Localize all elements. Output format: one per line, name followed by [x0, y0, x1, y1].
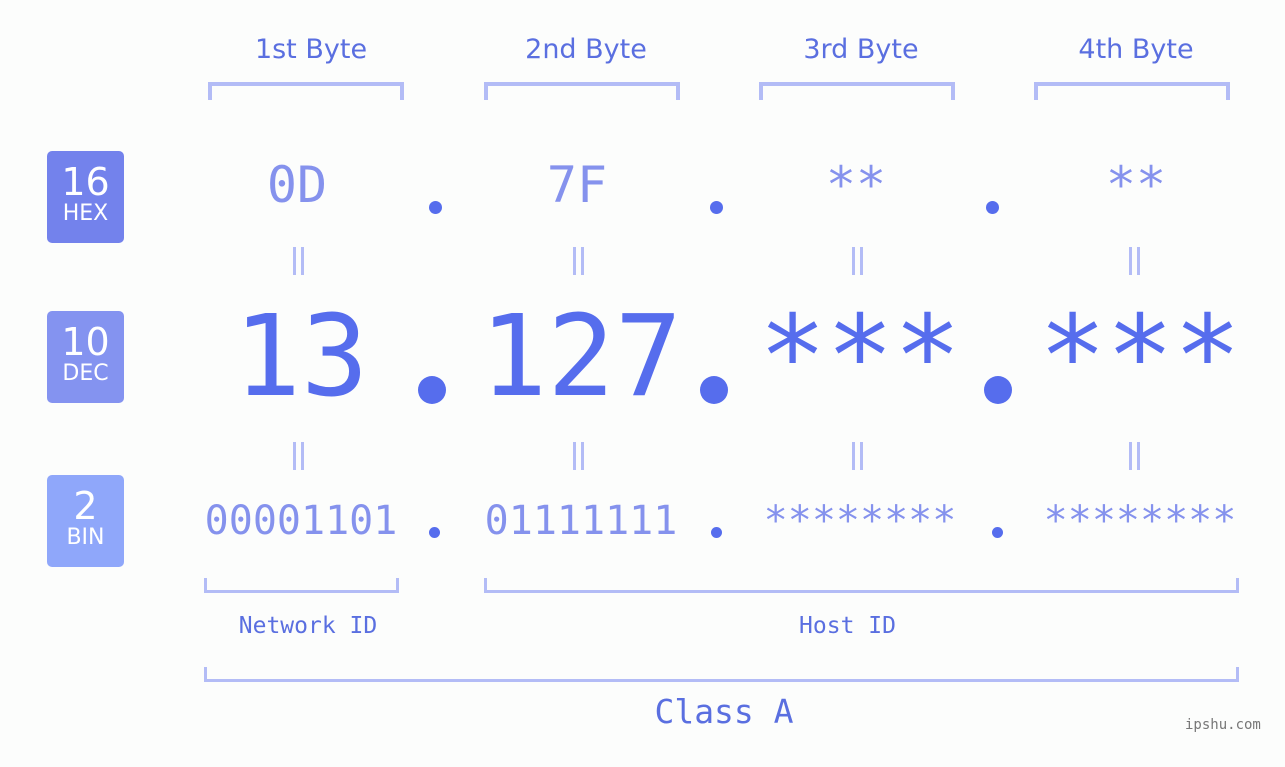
byte-header-2: 2nd Byte — [525, 34, 647, 65]
byte-bracket-2 — [484, 82, 680, 100]
hex-separator-dot — [710, 201, 723, 214]
hex-badge-label: HEX — [62, 201, 109, 226]
dec-byte-4: *** — [1038, 292, 1242, 422]
bin-separator-dot — [992, 527, 1003, 538]
equals-icon — [850, 442, 864, 470]
dec-separator-dot — [984, 376, 1012, 404]
bin-separator-dot — [429, 527, 440, 538]
byte-header-1: 1st Byte — [254, 34, 368, 65]
equals-icon — [291, 247, 305, 275]
dec-byte-1: 13 — [233, 292, 369, 422]
dec-badge: 10 DEC — [47, 311, 124, 403]
hex-separator-dot — [986, 201, 999, 214]
bin-byte-4: ******** — [1043, 498, 1237, 544]
hex-byte-3: ** — [825, 156, 887, 214]
host-id-bracket — [484, 578, 1239, 593]
hex-byte-1: 0D — [266, 156, 328, 214]
byte-bracket-4 — [1034, 82, 1230, 100]
dec-byte-2: 127 — [479, 292, 683, 422]
dec-badge-number: 10 — [61, 320, 110, 364]
hex-byte-2: 7F — [546, 156, 608, 214]
hex-badge-number: 16 — [61, 160, 110, 204]
bin-byte-3: ******** — [763, 498, 957, 544]
bin-separator-dot — [711, 527, 722, 538]
watermark: ipshu.com — [1185, 717, 1261, 733]
hex-separator-dot — [429, 201, 442, 214]
bin-badge: 2 BIN — [47, 475, 124, 567]
equals-icon — [571, 442, 585, 470]
bin-byte-2: 01111111 — [484, 498, 678, 544]
dec-separator-dot — [418, 376, 446, 404]
dec-byte-3: *** — [758, 292, 962, 422]
equals-icon — [850, 247, 864, 275]
dec-separator-dot — [700, 376, 728, 404]
bin-badge-label: BIN — [66, 525, 105, 550]
network-id-label: Network ID — [238, 613, 378, 639]
network-id-bracket — [204, 578, 399, 593]
class-bracket — [204, 667, 1239, 682]
byte-header-3: 3rd Byte — [803, 34, 919, 65]
class-label: Class A — [654, 692, 794, 731]
bin-byte-1: 00001101 — [204, 498, 398, 544]
equals-icon — [1127, 247, 1141, 275]
byte-bracket-1 — [208, 82, 404, 100]
byte-bracket-3 — [759, 82, 955, 100]
byte-header-4: 4th Byte — [1078, 34, 1194, 65]
hex-badge: 16 HEX — [47, 151, 124, 243]
dec-badge-label: DEC — [62, 361, 109, 386]
equals-icon — [1127, 442, 1141, 470]
equals-icon — [291, 442, 305, 470]
host-id-label: Host ID — [799, 613, 896, 639]
equals-icon — [571, 247, 585, 275]
bin-badge-number: 2 — [73, 484, 98, 528]
hex-byte-4: ** — [1105, 156, 1167, 214]
